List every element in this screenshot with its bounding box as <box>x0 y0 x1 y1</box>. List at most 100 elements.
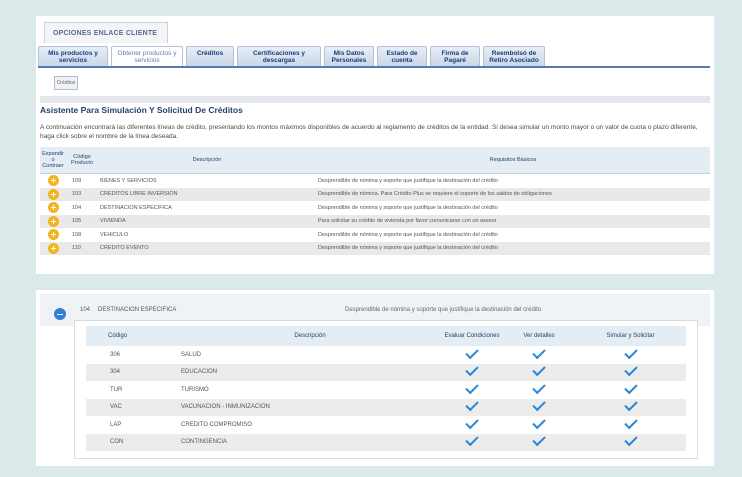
simulate-check-icon[interactable] <box>623 433 638 447</box>
col-requirements: Requisitos Básicos <box>316 147 710 174</box>
expanded-description[interactable]: DESTINACION ESPECIFICA <box>98 307 176 313</box>
nav-tab-8[interactable]: Reembolsó de Retiro Asociado <box>483 46 545 66</box>
expand-icon[interactable] <box>47 202 59 214</box>
simulate-check-icon[interactable] <box>623 380 638 394</box>
details-check-icon[interactable] <box>532 433 546 447</box>
table-row: 304 EDUCACION <box>86 363 686 381</box>
details-cell <box>503 398 575 416</box>
nav-tab-3[interactable]: Créditos <box>186 46 234 66</box>
table-row: 105 VIVIENDA Para solicitar su crédito de … <box>40 214 710 228</box>
col-expand: Expandir o Contraer <box>40 147 66 174</box>
simulate-cell <box>575 363 686 381</box>
sub-description: SALUD <box>181 351 202 358</box>
section-separator <box>40 96 710 103</box>
evaluate-check-icon[interactable] <box>465 345 479 359</box>
sub-description: CREDITO COMPROMISO <box>181 421 252 428</box>
expand-icon[interactable] <box>47 175 59 187</box>
evaluate-cell <box>441 398 503 416</box>
client-options-tab[interactable]: OPCIONES ENLACE CLIENTE <box>44 22 169 43</box>
table-row: TUR TURISMO <box>86 380 686 399</box>
table-row: 103 CREDITOS LIBRE INVERSION Desprendible … <box>40 187 710 201</box>
row-requirements: Desprendible de nómina y soporte que jus… <box>318 177 498 184</box>
table-row: 306 SALUD <box>86 345 686 364</box>
sub-code: CON <box>86 433 179 451</box>
expand-icon[interactable] <box>47 215 59 227</box>
expand-icon[interactable] <box>47 229 59 241</box>
nav-tab-5[interactable]: Mis Datos Personales <box>324 46 374 66</box>
table-row: VAC VACUNACION - INMUNIZACION <box>86 398 686 416</box>
simulate-check-icon[interactable] <box>623 345 638 359</box>
details-check-icon[interactable] <box>532 380 546 394</box>
row-requirements: Desprendible de nómina y soporte que jus… <box>318 231 498 238</box>
details-check-icon[interactable] <box>532 415 546 429</box>
expand-cell <box>40 174 66 188</box>
evaluate-check-icon[interactable] <box>465 363 479 377</box>
details-cell <box>503 415 575 434</box>
row-description[interactable]: CREDITOS LIBRE INVERSION <box>98 187 316 201</box>
evaluate-check-icon[interactable] <box>465 433 479 447</box>
evaluate-cell <box>441 433 503 451</box>
expand-cell <box>40 214 66 228</box>
nav-tab-1[interactable]: Mis productos y servicios <box>38 46 108 66</box>
row-requirements: Desprendible de nómina. Para Crédito Plu… <box>316 187 710 201</box>
col-sub-code: Código <box>86 326 179 346</box>
row-code: 110 <box>66 241 98 255</box>
evaluate-cell <box>441 345 503 364</box>
details-cell <box>503 363 575 381</box>
row-description[interactable]: DESTINACION ESPECIFICA <box>98 201 316 215</box>
col-description: Descripción <box>98 147 316 174</box>
evaluate-cell <box>441 363 503 381</box>
credits-sub-button[interactable]: Créditos <box>54 76 78 90</box>
details-check-icon[interactable] <box>532 398 546 412</box>
expand-icon[interactable] <box>47 242 59 254</box>
row-code: 109 <box>72 177 82 184</box>
nav-tab-4[interactable]: Certificaciones y descargas <box>237 46 321 66</box>
page-title: Asistente Para Simulación Y Solicitud De… <box>40 105 243 115</box>
col-details: Ver detalles <box>503 326 575 346</box>
table-row: LAP CREDITO COMPROMISO <box>86 415 686 434</box>
row-description[interactable]: VEHICULO <box>98 228 316 242</box>
details-cell <box>503 345 575 364</box>
col-evaluate: Evaluar Condiciones <box>441 326 503 346</box>
details-check-icon[interactable] <box>532 345 546 359</box>
nav-tab-2[interactable]: Obtener productos y servicios <box>111 46 183 66</box>
table-row: 110 CREDITO EVENTO Desprendible de nómina … <box>40 241 710 255</box>
evaluate-check-icon[interactable] <box>465 398 479 412</box>
evaluate-check-icon[interactable] <box>465 415 479 429</box>
nav-tab-7[interactable]: Firma de Pagaré <box>430 46 480 66</box>
collapse-icon[interactable] <box>54 308 66 320</box>
table-row: 108 VEHICULO Desprendible de nómina y sopo… <box>40 228 710 242</box>
table-row: CON CONTINGENCIA <box>86 433 686 451</box>
main-nav: Mis productos y servicios Obtener product… <box>38 46 710 68</box>
evaluate-check-icon[interactable] <box>465 380 479 394</box>
expand-icon[interactable] <box>47 188 59 200</box>
row-code: 104 <box>72 204 82 211</box>
sub-code: TUR <box>110 386 123 393</box>
row-requirements: Para solicitar su crédito de vivienda po… <box>316 214 710 228</box>
expand-cell <box>40 187 66 201</box>
col-code: Código Producto <box>66 147 98 174</box>
nav-tab-6[interactable]: Estado de cuenta <box>377 46 427 66</box>
row-description[interactable]: CREDITO EVENTO <box>98 241 316 255</box>
table-row: 109 BIENES Y SERVICIOS Desprendible de nóm… <box>40 174 710 188</box>
simulate-check-icon[interactable] <box>623 398 638 412</box>
intro-text: A continuación encontrará las diferentes… <box>40 124 698 140</box>
row-description[interactable]: VIVIENDA <box>98 214 316 228</box>
details-cell <box>503 380 575 399</box>
sub-description: TURISMO <box>181 386 209 393</box>
simulate-cell <box>575 380 686 399</box>
evaluate-cell <box>441 380 503 399</box>
expanded-code: 104 <box>80 307 91 313</box>
simulate-check-icon[interactable] <box>623 363 638 377</box>
simulate-check-icon[interactable] <box>623 415 638 429</box>
details-cell <box>503 433 575 451</box>
row-description[interactable]: BIENES Y SERVICIOS <box>98 174 316 188</box>
sub-description: VACUNACION - INMUNIZACION <box>179 398 441 416</box>
col-simulate: Simular y Solicitar <box>575 326 686 346</box>
expanded-line-panel: 104 DESTINACION ESPECIFICA Desprendible … <box>36 290 714 466</box>
sub-description: EDUCACION <box>179 363 441 381</box>
expand-cell <box>40 241 66 255</box>
details-check-icon[interactable] <box>532 363 546 377</box>
simulate-cell <box>575 345 686 364</box>
credit-lines-table: Expandir o Contraer Código Producto Desc… <box>40 147 710 255</box>
